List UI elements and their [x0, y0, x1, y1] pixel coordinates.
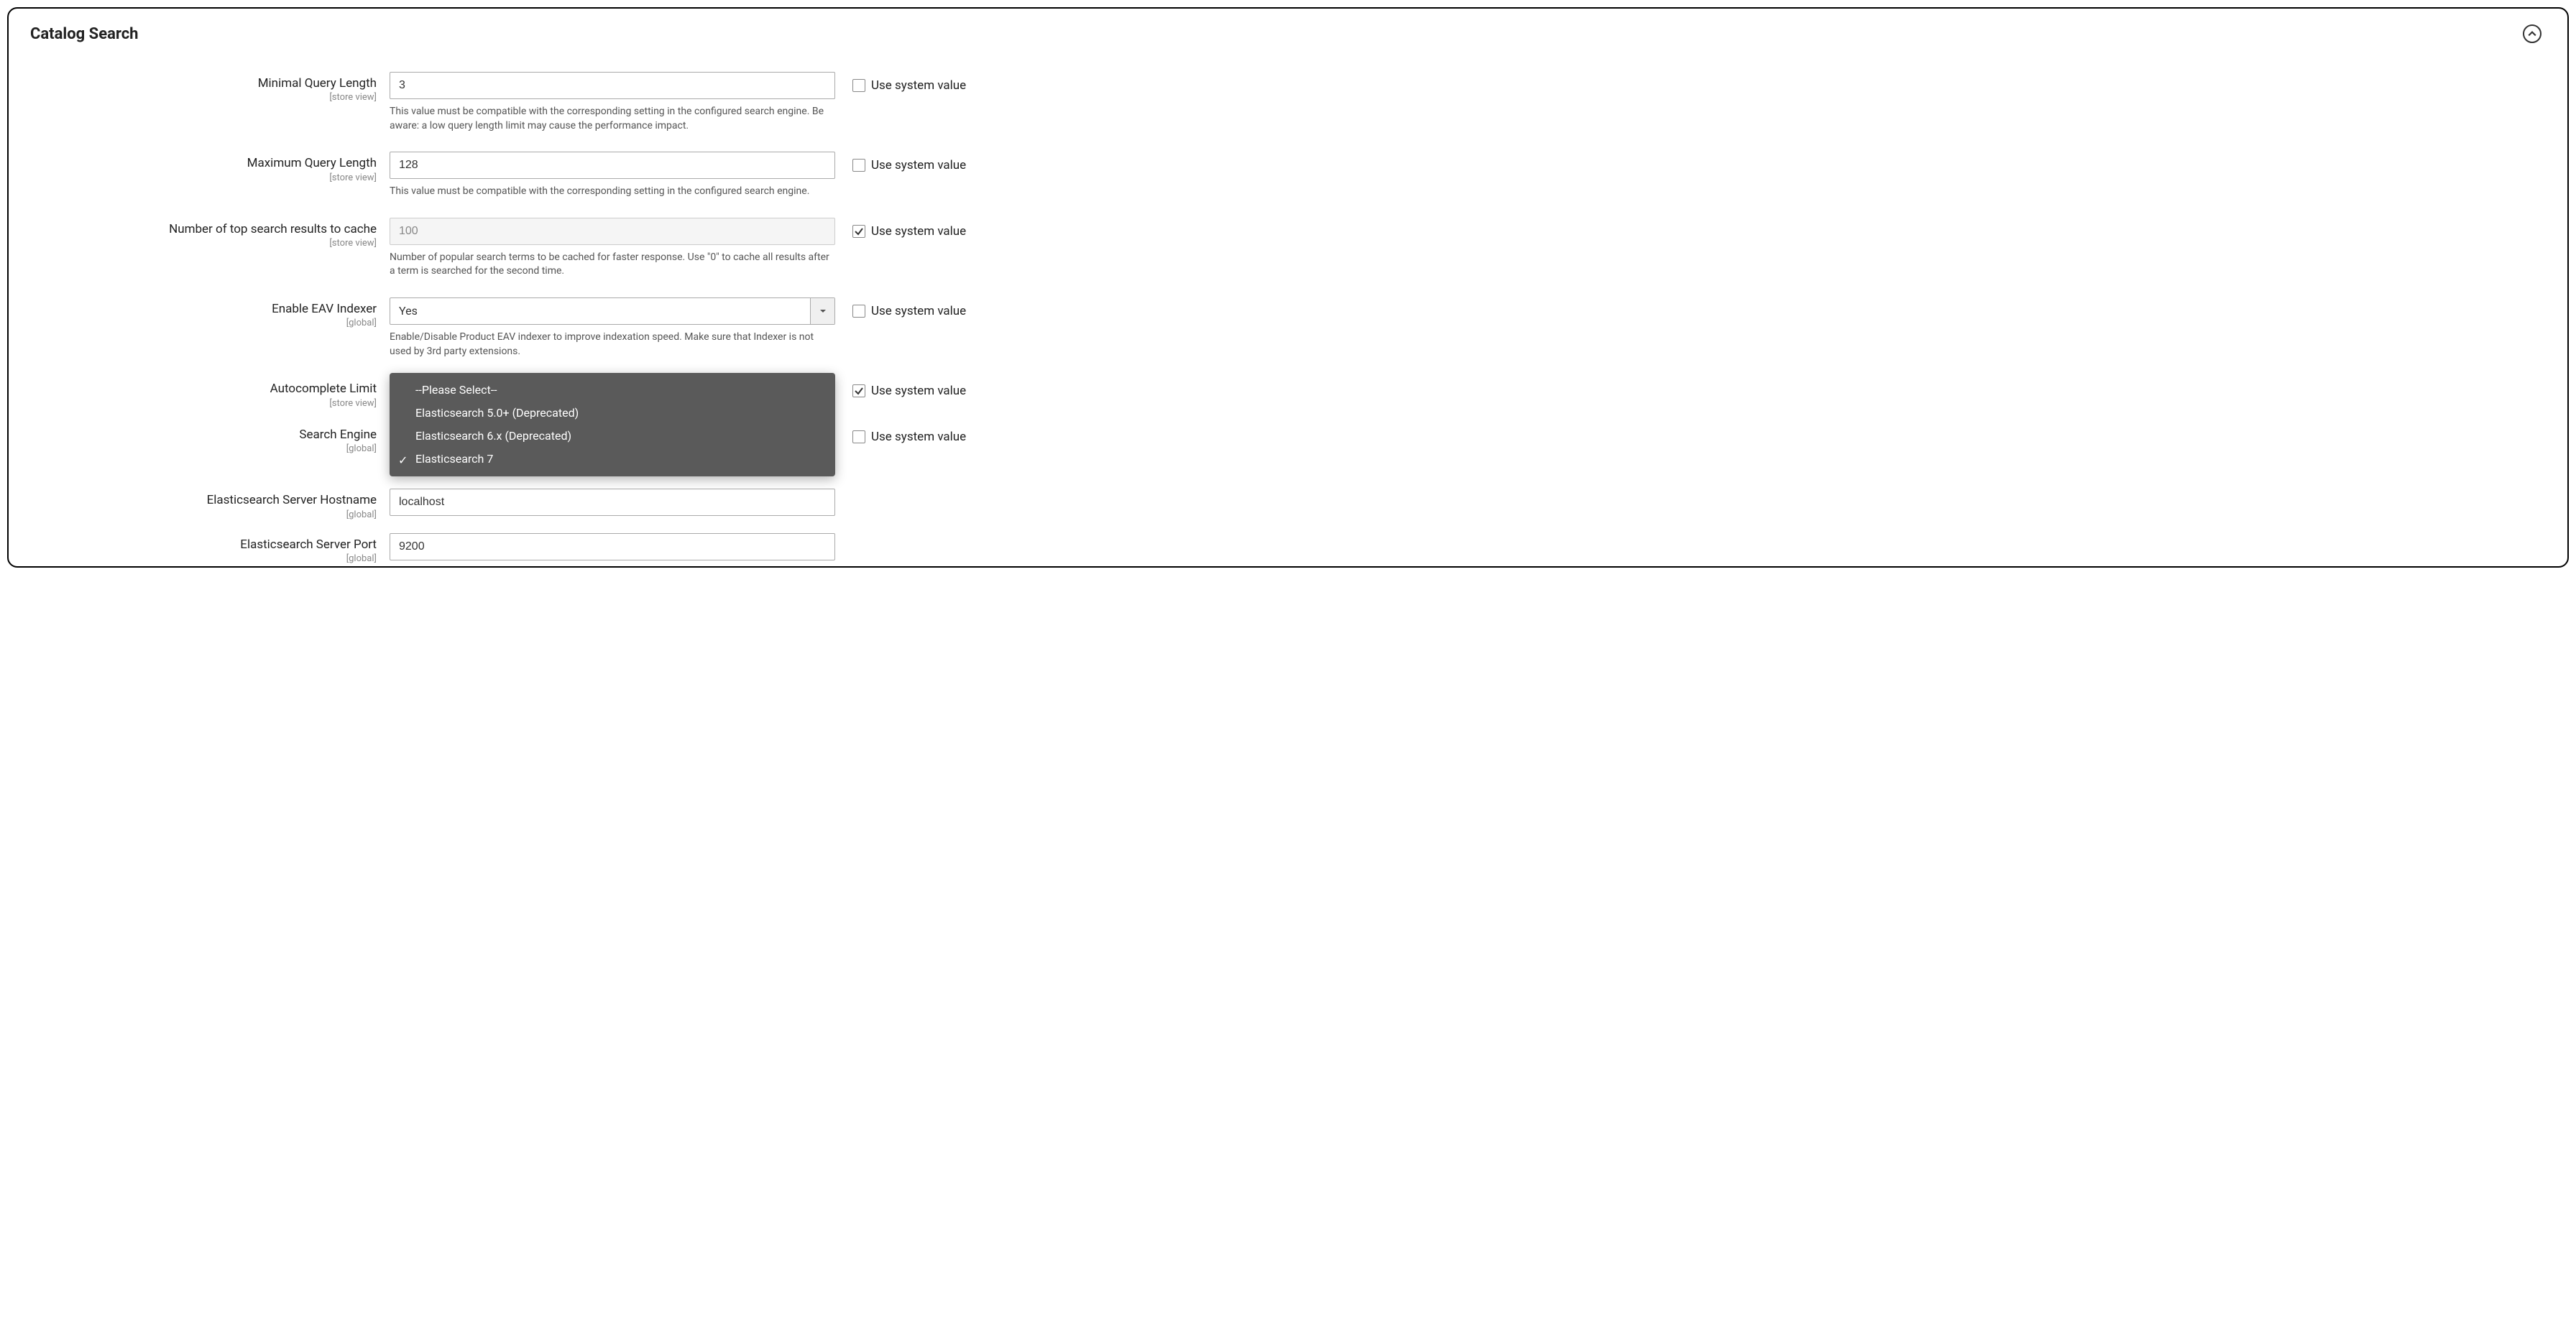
field-label: Search Engine	[30, 428, 377, 442]
scope-label: [store view]	[30, 172, 377, 183]
use-system-label: Use system value	[871, 158, 966, 172]
input-col	[390, 533, 835, 560]
input-col: --Please Select-- Elasticsearch 5.0+ (De…	[390, 377, 835, 405]
panel-header: Catalog Search	[30, 24, 2546, 43]
label-col: Enable EAV Indexer [global]	[30, 297, 390, 328]
label-col: Number of top search results to cache [s…	[30, 218, 390, 249]
row-max-query: Maximum Query Length [store view] This v…	[30, 152, 2546, 199]
row-autocomplete-limit: Autocomplete Limit [store view] --Please…	[30, 377, 2546, 408]
select-value: Yes	[390, 298, 810, 324]
dropdown-option-placeholder[interactable]: --Please Select--	[390, 379, 835, 402]
panel-title: Catalog Search	[30, 25, 139, 43]
help-text: Enable/Disable Product EAV indexer to im…	[390, 331, 835, 359]
label-col: Search Engine [global]	[30, 423, 390, 454]
use-system-checkbox[interactable]	[852, 430, 865, 443]
help-text: Number of popular search terms to be cac…	[390, 251, 835, 279]
dropdown-option-es5[interactable]: Elasticsearch 5.0+ (Deprecated)	[390, 402, 835, 425]
form-rows: Minimal Query Length [store view] This v…	[30, 72, 2546, 568]
system-col: Use system value	[835, 72, 966, 99]
input-col	[390, 489, 835, 516]
row-eav-indexer: Enable EAV Indexer [global] Yes Enable/D…	[30, 297, 2546, 359]
use-system-label: Use system value	[871, 430, 966, 444]
check-icon: ✓	[398, 452, 408, 469]
use-system-checkbox[interactable]	[852, 79, 865, 92]
field-label: Elasticsearch Server Hostname	[30, 493, 377, 507]
input-col: This value must be compatible with the c…	[390, 72, 835, 133]
system-col: Use system value	[835, 152, 966, 179]
row-min-query: Minimal Query Length [store view] This v…	[30, 72, 2546, 133]
cache-results-input	[390, 218, 835, 245]
use-system-label: Use system value	[871, 384, 966, 398]
eav-indexer-select[interactable]: Yes	[390, 297, 835, 325]
chevron-down-icon	[810, 298, 834, 324]
es-port-input[interactable]	[390, 533, 835, 560]
use-system-checkbox[interactable]	[852, 225, 865, 238]
label-col: Minimal Query Length [store view]	[30, 72, 390, 103]
field-label: Autocomplete Limit	[30, 382, 377, 396]
catalog-search-panel: Catalog Search Minimal Query Length [sto…	[7, 7, 2569, 568]
input-col: Number of popular search terms to be cac…	[390, 218, 835, 279]
system-col: Use system value	[835, 423, 966, 451]
scope-label: [global]	[30, 443, 377, 454]
help-text: This value must be compatible with the c…	[390, 185, 835, 199]
use-system-label: Use system value	[871, 224, 966, 239]
help-text: This value must be compatible with the c…	[390, 105, 835, 133]
field-label: Elasticsearch Server Port	[30, 537, 377, 552]
use-system-checkbox[interactable]	[852, 159, 865, 172]
scope-label: [store view]	[30, 238, 377, 249]
row-es-port: Elasticsearch Server Port [global]	[30, 533, 2546, 564]
input-col: This value must be compatible with the c…	[390, 152, 835, 199]
label-col: Autocomplete Limit [store view]	[30, 377, 390, 408]
system-col: Use system value	[835, 218, 966, 245]
row-cache-results: Number of top search results to cache [s…	[30, 218, 2546, 279]
scope-label: [store view]	[30, 92, 377, 103]
row-es-hostname: Elasticsearch Server Hostname [global]	[30, 489, 2546, 519]
use-system-label: Use system value	[871, 78, 966, 93]
scope-label: [global]	[30, 553, 377, 564]
use-system-checkbox[interactable]	[852, 305, 865, 318]
collapse-toggle-icon[interactable]	[2523, 24, 2542, 43]
label-col: Elasticsearch Server Port [global]	[30, 533, 390, 564]
field-label: Maximum Query Length	[30, 156, 377, 170]
scope-label: [global]	[30, 318, 377, 328]
use-system-checkbox[interactable]	[852, 384, 865, 397]
label-col: Elasticsearch Server Hostname [global]	[30, 489, 390, 519]
field-label: Number of top search results to cache	[30, 222, 377, 236]
search-engine-dropdown: --Please Select-- Elasticsearch 5.0+ (De…	[390, 373, 835, 476]
label-col: Maximum Query Length [store view]	[30, 152, 390, 183]
field-label: Enable EAV Indexer	[30, 302, 377, 316]
max-query-input[interactable]	[390, 152, 835, 179]
dropdown-option-es6[interactable]: Elasticsearch 6.x (Deprecated)	[390, 425, 835, 448]
scope-label: [global]	[30, 509, 377, 520]
es-hostname-input[interactable]	[390, 489, 835, 516]
scope-label: [store view]	[30, 398, 377, 409]
field-label: Minimal Query Length	[30, 76, 377, 91]
system-col: Use system value	[835, 297, 966, 325]
min-query-input[interactable]	[390, 72, 835, 99]
use-system-label: Use system value	[871, 304, 966, 318]
dropdown-option-es7[interactable]: ✓ Elasticsearch 7	[390, 448, 835, 471]
system-col: Use system value	[835, 377, 966, 405]
input-col: Yes Enable/Disable Product EAV indexer t…	[390, 297, 835, 359]
